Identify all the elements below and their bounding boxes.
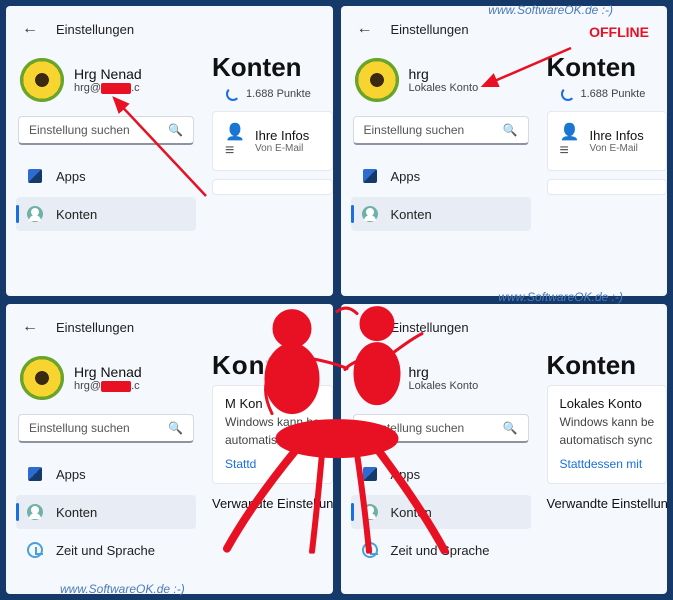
panel-title: Einstellungen [391, 320, 469, 335]
back-button[interactable]: ← [357, 318, 373, 336]
back-button[interactable]: ← [357, 20, 373, 38]
watermark-top: www.SoftwareOK.de :-) [488, 3, 613, 17]
your-info-card[interactable]: 👤≡ Ihre Infos Von E-Mail [212, 111, 333, 171]
user-info[interactable]: hrg Lokales Konto [355, 356, 527, 400]
sidebar-item-accounts[interactable]: Konten [351, 495, 531, 529]
back-button[interactable]: ← [22, 20, 38, 38]
account-card[interactable]: Lokales Konto Windows kann be automatisc… [547, 385, 668, 484]
search-input[interactable]: Einstellung suchen 🔍 [353, 414, 529, 443]
account-card[interactable]: M Kon Windows kann be automatisch sync S… [212, 385, 333, 484]
search-input[interactable]: Einstellung suchen 🔍 [18, 414, 194, 443]
instead-link[interactable]: Stattdessen mit [560, 457, 643, 471]
search-icon: 🔍 [168, 123, 183, 137]
user-name: Hrg Nenad [74, 66, 142, 83]
offline-annotation: OFFLINE [589, 24, 649, 40]
related-settings-heading: Verwandte Einstellungen [547, 496, 668, 511]
instead-link[interactable]: Stattd [225, 457, 256, 471]
avatar [20, 356, 64, 400]
search-icon: 🔍 [168, 421, 183, 435]
avatar [355, 58, 399, 102]
sidebar-item-apps[interactable]: Apps [351, 159, 531, 193]
card-stub[interactable] [212, 179, 333, 195]
sidebar-item-accounts[interactable]: Konten [351, 197, 531, 231]
spinner-icon [226, 87, 240, 101]
account-icon [26, 205, 44, 223]
sidebar-item-accounts[interactable]: Konten [16, 495, 196, 529]
user-info[interactable]: Hrg Nenad hrg@xx.c [20, 356, 192, 400]
user-name: hrg [409, 364, 479, 381]
sidebar-item-time[interactable]: Zeit und Sprache [16, 533, 196, 567]
user-sub: Lokales Konto [409, 380, 479, 392]
page-heading: Konten [212, 350, 333, 381]
sidebar-item-apps[interactable]: Apps [351, 457, 531, 491]
points-row: 1.688 Punkte [212, 87, 333, 101]
panel-title: Einstellungen [56, 320, 134, 335]
id-icon: 👤≡ [225, 122, 243, 160]
apps-icon [26, 465, 44, 483]
your-info-card[interactable]: 👤≡ Ihre Infos Von E-Mail [547, 111, 668, 171]
account-icon [361, 503, 379, 521]
user-sub: Lokales Konto [409, 82, 479, 94]
back-button[interactable]: ← [22, 318, 38, 336]
user-name: hrg [409, 66, 479, 83]
spinner-icon [561, 87, 575, 101]
settings-panel-4: ← Einstellungen hrg Lokales Konto Einste… [341, 304, 668, 594]
page-heading: Konten [547, 350, 668, 381]
account-icon [26, 503, 44, 521]
points-row: 1.688 Punkte [547, 87, 668, 101]
user-email: hrg@xx.c [74, 380, 142, 392]
search-icon: 🔍 [503, 123, 518, 137]
card-stub[interactable] [547, 179, 668, 195]
avatar [355, 356, 399, 400]
account-icon [361, 205, 379, 223]
search-input[interactable]: Einstellung suchen 🔍 [18, 116, 194, 145]
related-settings-heading: Verwandte Einstellungen [212, 496, 333, 511]
apps-icon [26, 167, 44, 185]
avatar [20, 58, 64, 102]
settings-panel-1: ← Einstellungen Hrg Nenad hrg@xx.c Einst… [6, 6, 333, 296]
page-heading: Konten [212, 52, 333, 83]
panel-title: Einstellungen [56, 22, 134, 37]
id-icon: 👤≡ [560, 122, 578, 160]
panel-title: Einstellungen [391, 22, 469, 37]
watermark-bottom: www.SoftwareOK.de :-) [60, 582, 185, 596]
search-input[interactable]: Einstellung suchen 🔍 [353, 116, 529, 145]
settings-panel-2: OFFLINE ← Einstellungen hrg Lokales Kont… [341, 6, 668, 296]
user-info[interactable]: Hrg Nenad hrg@xx.c [20, 58, 192, 102]
user-email: hrg@xx.c [74, 82, 142, 94]
apps-icon [361, 465, 379, 483]
apps-icon [361, 167, 379, 185]
settings-panel-3: ← Einstellungen Hrg Nenad hrg@xx.c Einst… [6, 304, 333, 594]
sidebar-item-apps[interactable]: Apps [16, 159, 196, 193]
sidebar-item-time[interactable]: Zeit und Sprache [351, 533, 531, 567]
sidebar-item-apps[interactable]: Apps [16, 457, 196, 491]
watermark-mid: www.SoftwareOK.de :-) [498, 290, 623, 304]
sidebar-item-accounts[interactable]: Konten [16, 197, 196, 231]
time-icon [26, 541, 44, 559]
user-name: Hrg Nenad [74, 364, 142, 381]
search-icon: 🔍 [503, 421, 518, 435]
page-heading: Konten [547, 52, 668, 83]
user-info[interactable]: hrg Lokales Konto [355, 58, 527, 102]
time-icon [361, 541, 379, 559]
